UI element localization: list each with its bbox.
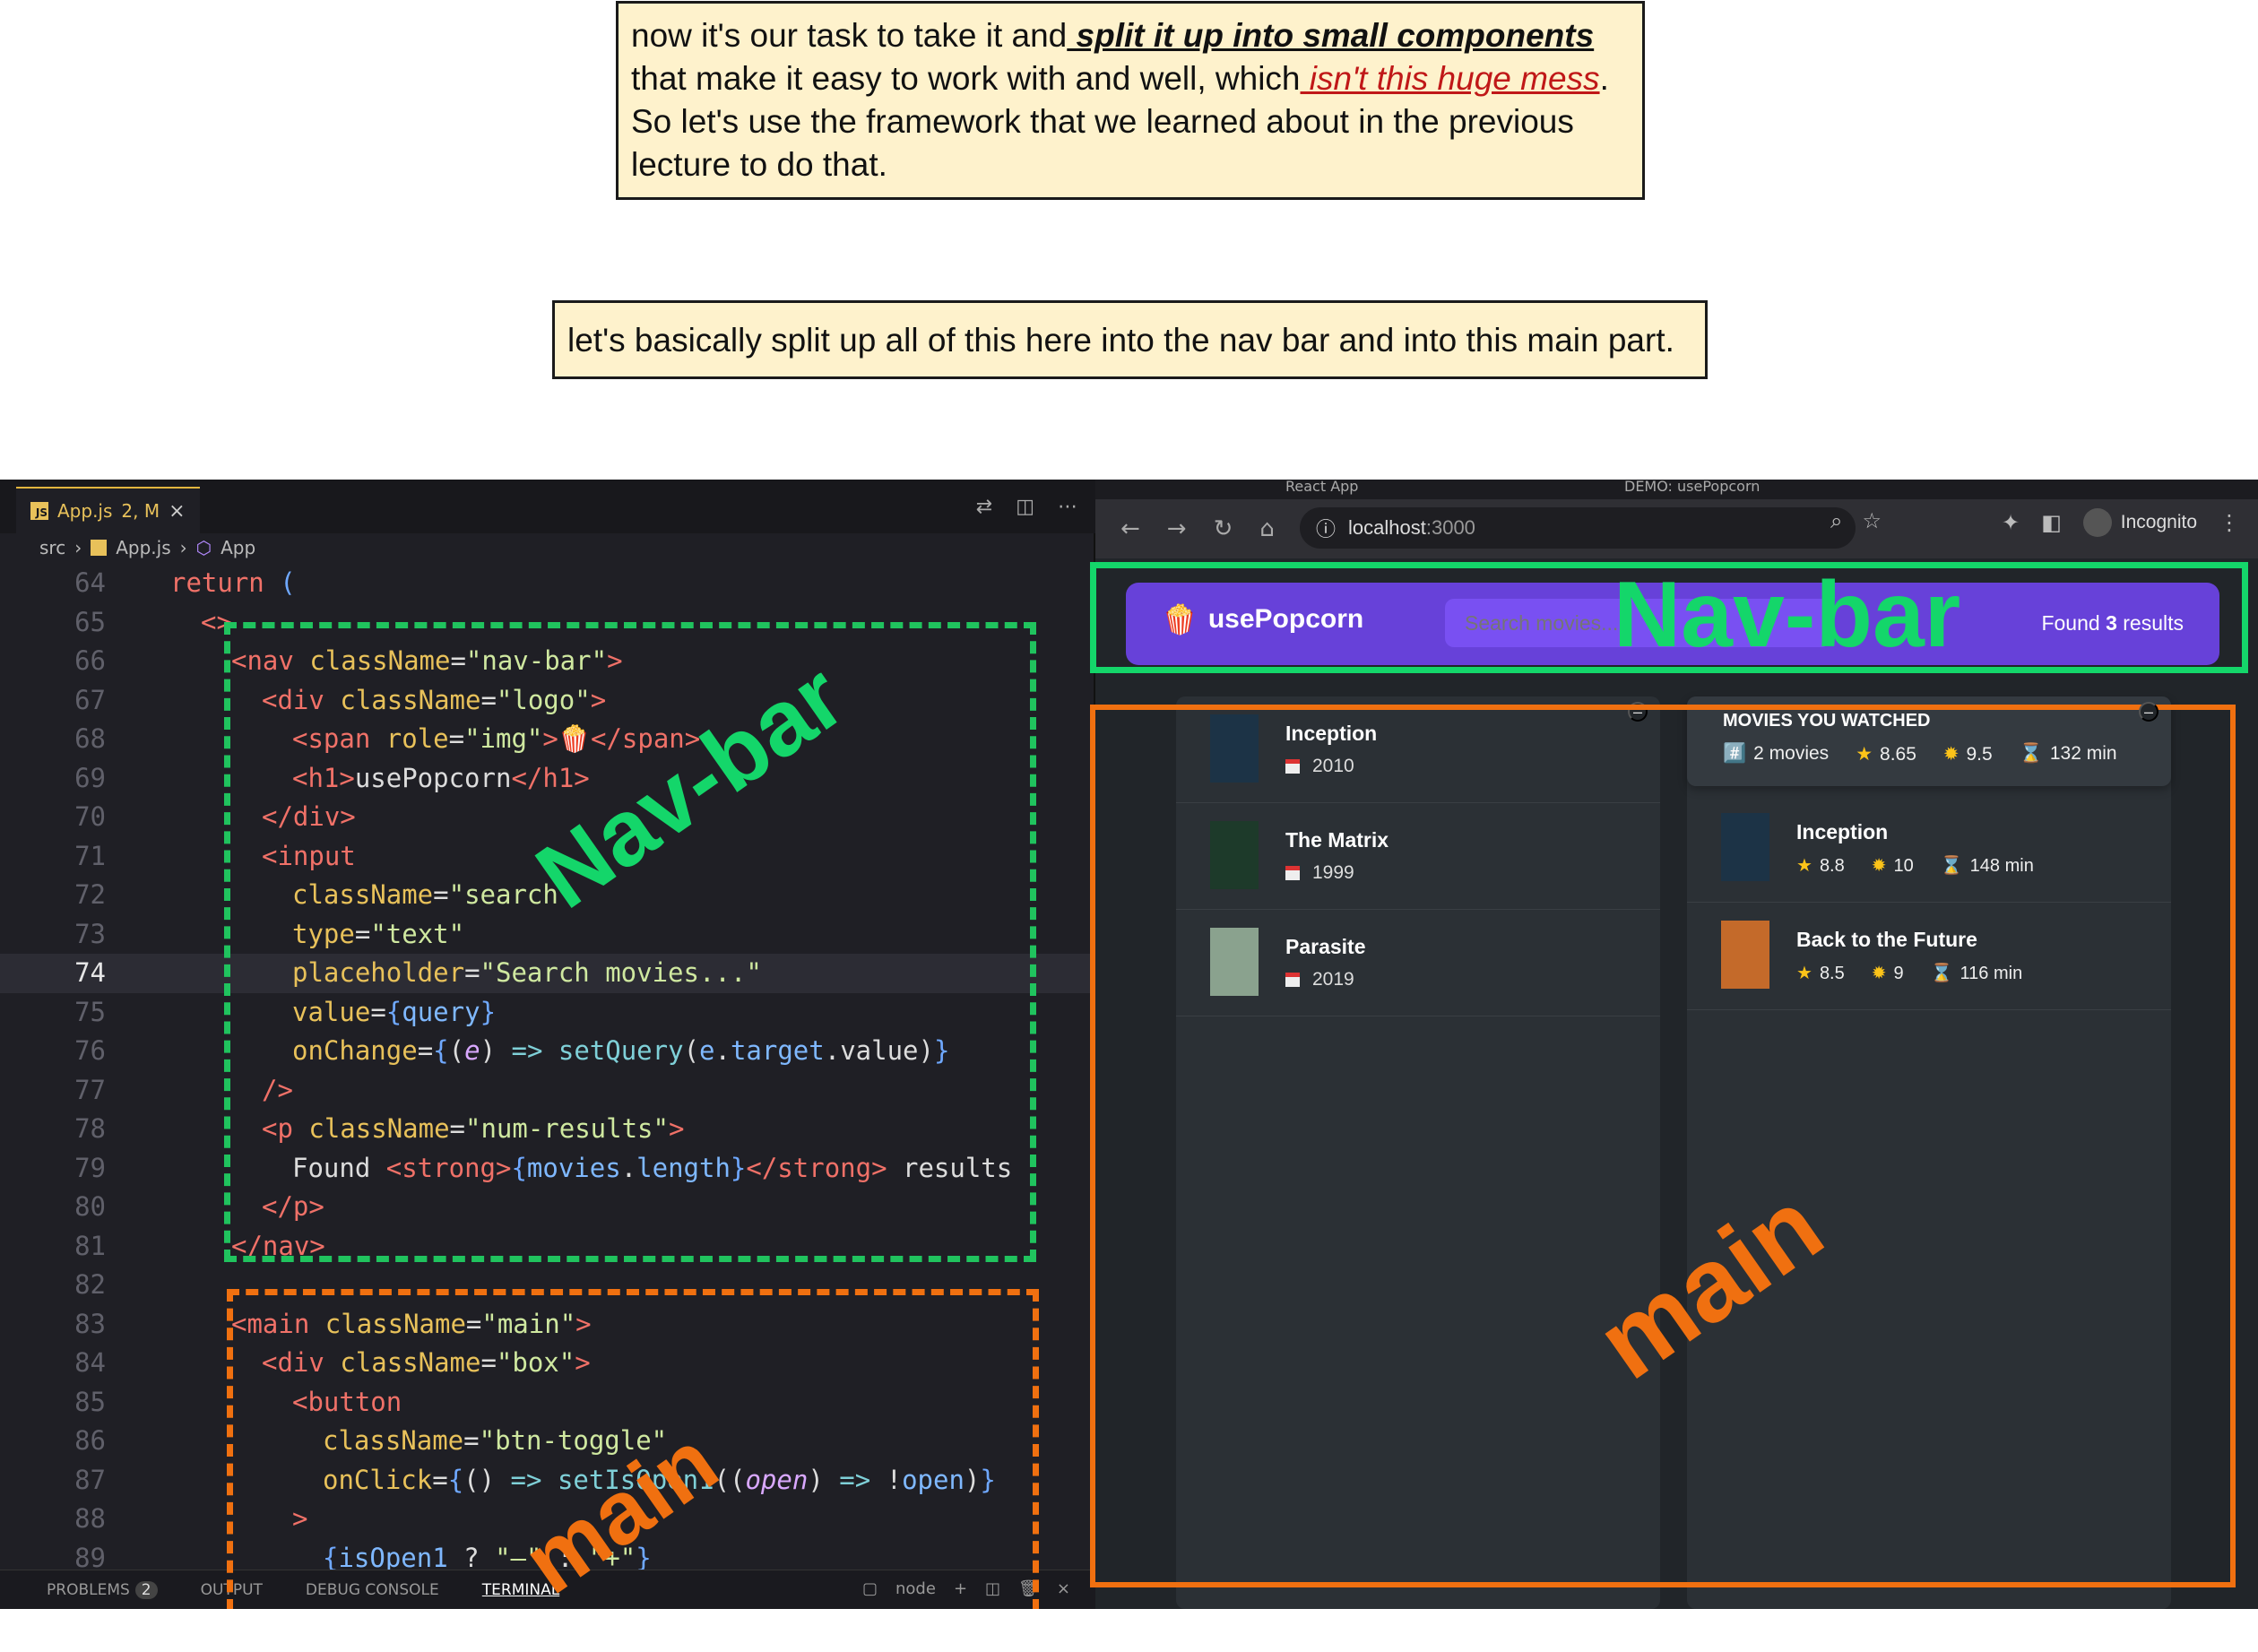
note1-part3: . (1599, 60, 1609, 97)
toggle-button[interactable]: – (2139, 702, 2159, 722)
line-number: 80 (74, 1191, 106, 1222)
line-number: 70 (74, 801, 106, 832)
editor-tab-app-js[interactable]: JS App.js 2, M × (16, 487, 200, 533)
line-number: 82 (74, 1269, 106, 1300)
line-number: 85 (74, 1386, 106, 1417)
browser-toolbar: ← → ↻ ⌂ ⓘ localhost:3000 ⌕ ☆ ✦ ◧ Incogni… (1095, 499, 2258, 558)
note1-emphasis-1: split it up into small components (1067, 17, 1595, 54)
line-number: 69 (74, 762, 106, 793)
address-bar[interactable]: ⓘ localhost:3000 (1300, 507, 1856, 549)
line-number: 67 (74, 684, 106, 715)
screen-capture: JS App.js 2, M × ⇄ ◫ ⋯ src › App.js › ⬡ … (0, 480, 2258, 1609)
js-file-icon: JS (30, 502, 48, 520)
note1-part2: that make it easy to work with and well,… (631, 60, 1301, 97)
chevron-right-icon: › (179, 537, 187, 558)
profile-label: Incognito (2120, 512, 2197, 532)
breadcrumb-file[interactable]: App.js (116, 537, 170, 558)
main-ui-highlight (1090, 705, 2236, 1587)
note1-emphasis-2: isn't this huge mess (1300, 60, 1600, 97)
panel-tab-problems[interactable]: PROBLEMS 2 (47, 1580, 158, 1599)
js-file-icon (91, 540, 108, 556)
zoom-icon[interactable]: ⌕ (1830, 508, 1842, 533)
compare-changes-icon[interactable]: ⇄ (976, 496, 992, 518)
note1-part4: So let's use the framework that we learn… (631, 103, 1574, 183)
panel-tab-problems-label: PROBLEMS (47, 1580, 130, 1599)
incognito-profile[interactable]: Incognito (2082, 508, 2197, 537)
back-icon[interactable]: ← (1120, 515, 1140, 542)
line-number: 84 (74, 1347, 106, 1378)
navbar-ui-label: Nav-bar (1613, 563, 1961, 667)
transcript-note-1: now it's our task to take it and split i… (616, 1, 1645, 200)
url-host: localhost (1348, 516, 1426, 539)
line-number: 71 (74, 840, 106, 871)
navbar-code-highlight (224, 622, 1036, 1262)
forward-icon[interactable]: → (1167, 515, 1187, 542)
navigation-buttons: ← → ↻ ⌂ (1120, 515, 1275, 542)
editor-actions: ⇄ ◫ ⋯ (976, 496, 1077, 518)
line-number: 83 (74, 1308, 106, 1339)
bookmark-star-icon[interactable]: ☆ (1862, 508, 1882, 533)
close-icon[interactable]: × (169, 500, 185, 523)
line-number: 75 (74, 996, 106, 1027)
problems-count-badge: 2 (134, 1580, 158, 1599)
line-number: 77 (74, 1074, 106, 1105)
breadcrumb-src[interactable]: src (39, 537, 65, 558)
code-line[interactable]: 64 return ( (0, 564, 1095, 603)
breadcrumb: src › App.js › ⬡ App (39, 537, 255, 558)
line-number: 74 (74, 957, 106, 988)
browser-actions: ✦ ◧ Incognito ⋮ (2002, 508, 2240, 537)
line-number: 86 (74, 1425, 106, 1456)
browser-tab-strip: React App DEMO: usePopcorn (1095, 480, 2258, 499)
reload-icon[interactable]: ↻ (1214, 515, 1233, 542)
line-number: 87 (74, 1464, 106, 1495)
url-port: :3000 (1425, 516, 1475, 539)
split-editor-icon[interactable]: ◫ (1016, 496, 1034, 518)
line-number: 72 (74, 879, 106, 910)
extensions-icon[interactable]: ✦ (2002, 510, 2020, 535)
line-number: 78 (74, 1113, 106, 1144)
info-icon[interactable]: ⓘ (1316, 514, 1336, 542)
transcript-note-2: let's basically split up all of this her… (552, 300, 1708, 379)
line-number: 66 (74, 645, 106, 676)
line-number: 65 (74, 606, 106, 637)
browser-tab-react-app[interactable]: React App (1285, 480, 1358, 499)
line-number: 64 (74, 567, 106, 598)
line-number: 88 (74, 1503, 106, 1534)
more-actions-icon[interactable]: ⋯ (1058, 496, 1077, 518)
home-icon[interactable]: ⌂ (1259, 515, 1275, 542)
note1-part1: now it's our task to take it and (631, 17, 1068, 54)
tab-label: App.js (57, 500, 113, 522)
close-icon[interactable]: × (1057, 1579, 1070, 1598)
component-icon: ⬡ (195, 537, 212, 558)
side-panel-icon[interactable]: ◧ (2041, 510, 2062, 535)
breadcrumb-symbol[interactable]: App (221, 537, 255, 558)
line-number: 76 (74, 1035, 106, 1066)
address-bar-actions: ⌕ ☆ (1830, 508, 1882, 533)
menu-icon[interactable]: ⋮ (2219, 510, 2240, 535)
code-text: return ( (170, 567, 296, 598)
browser-tab-demo[interactable]: DEMO: usePopcorn (1624, 480, 1760, 499)
chevron-right-icon: › (74, 537, 82, 558)
incognito-icon (2082, 508, 2112, 537)
editor-tab-bar: JS App.js 2, M × ⇄ ◫ ⋯ (0, 480, 1095, 533)
line-number: 79 (74, 1152, 106, 1183)
line-number: 81 (74, 1230, 106, 1261)
tab-status: 2, M (121, 500, 160, 522)
line-number: 73 (74, 918, 106, 949)
line-number: 68 (74, 723, 106, 754)
